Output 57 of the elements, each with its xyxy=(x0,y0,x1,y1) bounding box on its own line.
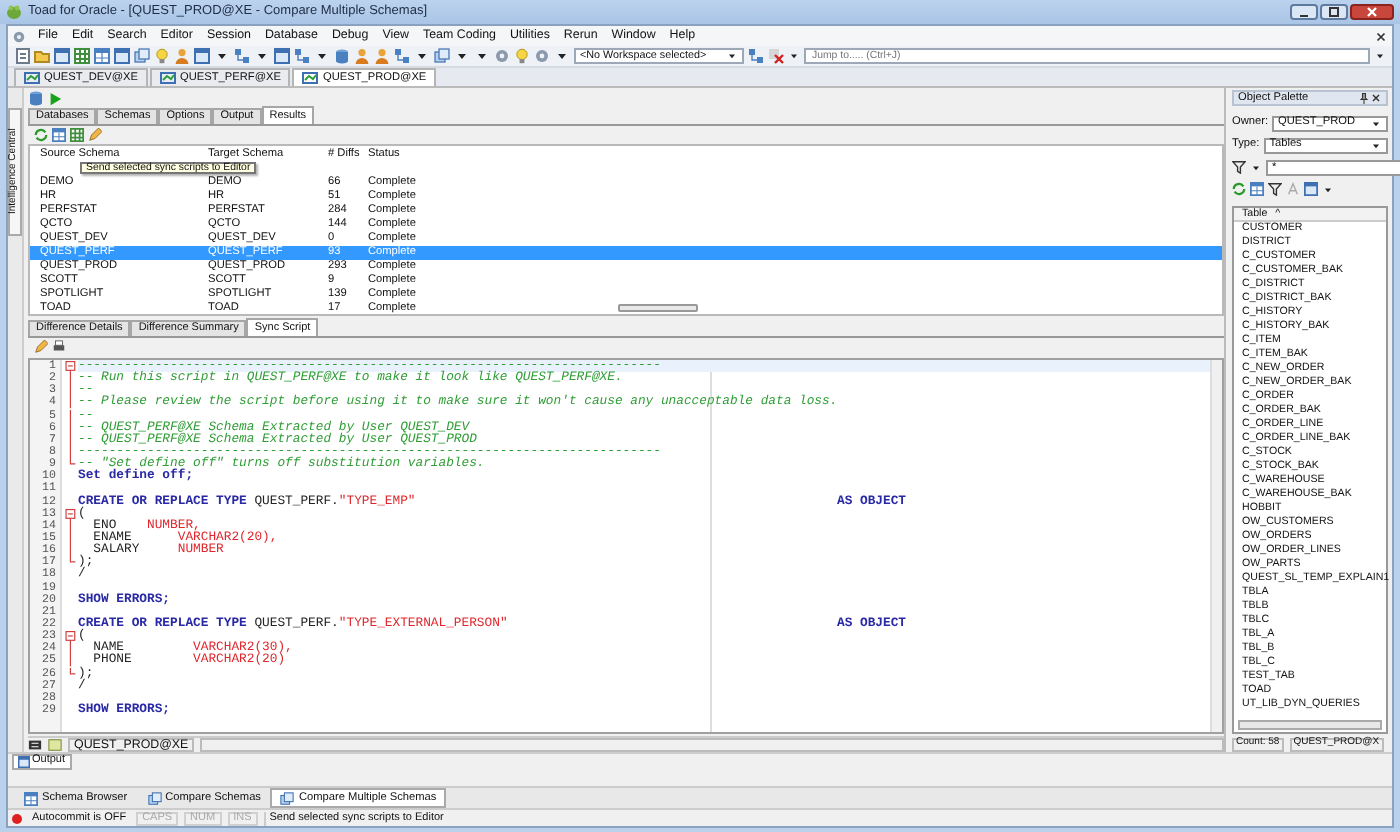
table-icon[interactable] xyxy=(52,128,66,142)
refresh-icon[interactable] xyxy=(1232,182,1246,196)
close-icon[interactable] xyxy=(1370,92,1382,104)
diagram-icon[interactable] xyxy=(234,48,250,64)
close-button[interactable] xyxy=(1350,4,1394,20)
close-icon xyxy=(1364,4,1380,20)
windows-icon xyxy=(280,791,295,805)
windows-icon[interactable] xyxy=(134,48,150,64)
filter-icon[interactable] xyxy=(1268,182,1282,196)
caret-icon[interactable] xyxy=(1250,161,1262,173)
diagram-icon[interactable] xyxy=(294,48,310,64)
caret-icon[interactable] xyxy=(1322,183,1334,195)
window-icon[interactable] xyxy=(274,48,290,64)
window-icon xyxy=(18,755,30,767)
chart-icon xyxy=(302,72,319,84)
person-icon[interactable] xyxy=(354,48,370,64)
panel-icon xyxy=(48,738,62,752)
table-icon[interactable] xyxy=(94,48,110,64)
window-icon[interactable] xyxy=(54,48,70,64)
grid-icon[interactable] xyxy=(74,48,90,64)
refresh-icon[interactable] xyxy=(34,128,48,142)
app-logo-icon xyxy=(6,4,22,20)
window-icon[interactable] xyxy=(114,48,130,64)
settings-icon[interactable] xyxy=(12,29,26,43)
diagram-icon[interactable] xyxy=(748,48,764,64)
maximize-icon xyxy=(1326,4,1342,20)
window-icon[interactable] xyxy=(194,48,210,64)
pencil-icon[interactable] xyxy=(34,340,48,354)
close-icon[interactable] xyxy=(1374,29,1388,43)
scrollbar[interactable] xyxy=(1238,720,1382,730)
fold-toggle-icon[interactable] xyxy=(63,630,77,643)
filter-icon[interactable] xyxy=(1232,160,1246,174)
minimize-button[interactable] xyxy=(1290,4,1318,20)
keyboard-icon xyxy=(28,738,42,752)
caret-icon[interactable] xyxy=(788,50,800,62)
printer-icon[interactable] xyxy=(52,340,66,354)
window-icon[interactable] xyxy=(1304,182,1318,196)
lightbulb-icon[interactable] xyxy=(154,48,170,64)
caret-icon xyxy=(726,50,738,62)
person-icon[interactable] xyxy=(374,48,390,64)
delete-icon[interactable] xyxy=(768,48,784,64)
diagram-icon[interactable] xyxy=(394,48,410,64)
table-icon[interactable] xyxy=(1250,182,1264,196)
database-icon[interactable] xyxy=(28,90,44,106)
document-icon[interactable] xyxy=(14,48,30,64)
grid-icon[interactable] xyxy=(70,128,84,142)
windows-icon xyxy=(147,791,162,805)
person-icon[interactable] xyxy=(174,48,190,64)
caret-icon[interactable] xyxy=(1374,50,1386,62)
lightbulb-icon[interactable] xyxy=(514,48,530,64)
maximize-button[interactable] xyxy=(1320,4,1348,20)
scrollbar[interactable] xyxy=(618,304,698,312)
table-icon xyxy=(24,791,38,805)
fold-toggle-icon[interactable] xyxy=(63,507,77,520)
fold-toggle-icon[interactable] xyxy=(63,360,77,373)
pin-icon[interactable] xyxy=(1358,92,1370,104)
database-icon[interactable] xyxy=(334,48,350,64)
